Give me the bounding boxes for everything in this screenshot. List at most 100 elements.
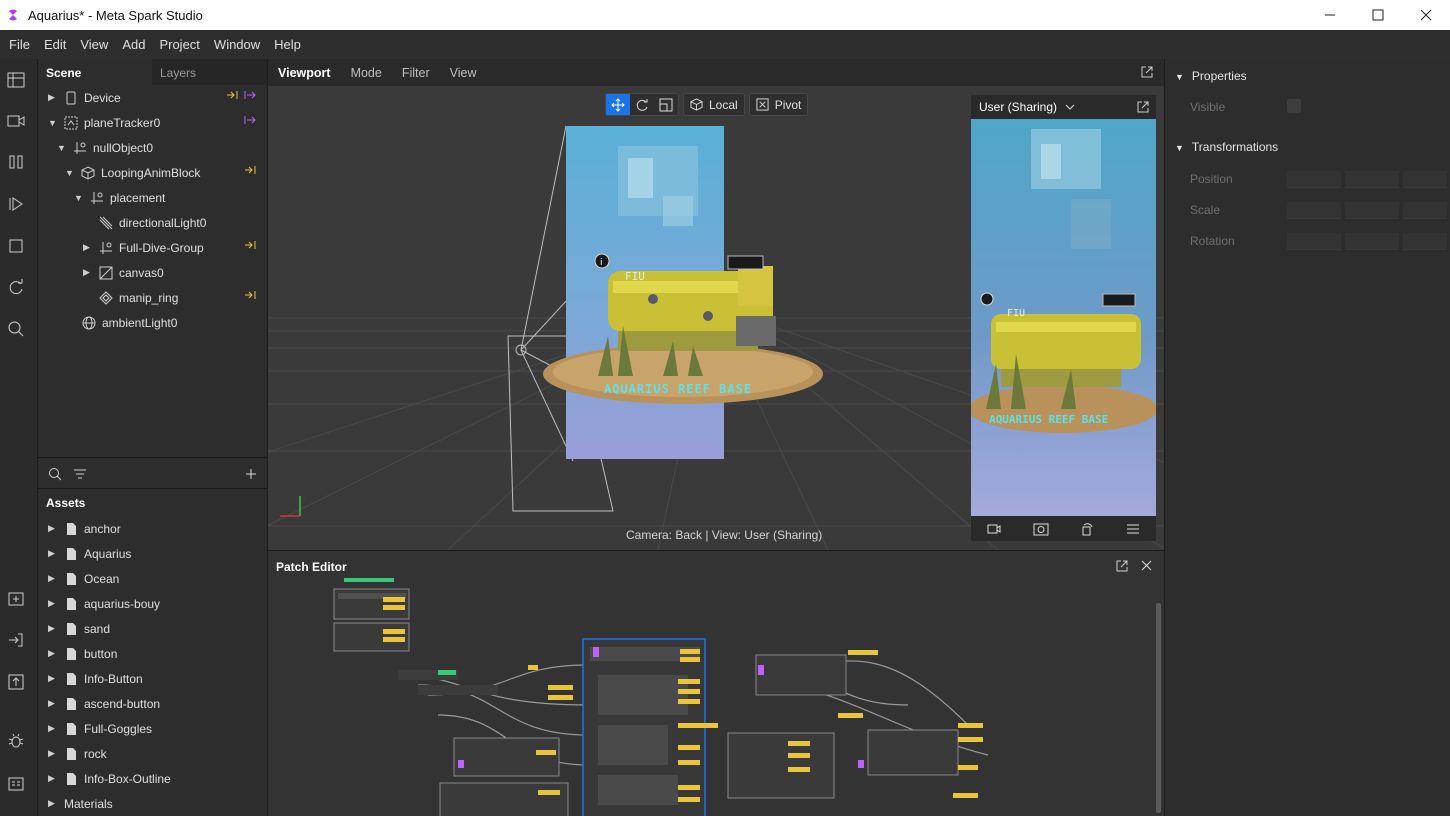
expand-arrow-icon[interactable]: ▶ [48, 648, 60, 659]
vertical-scrollbar[interactable] [1156, 603, 1161, 813]
expand-arrow-icon[interactable]: ▶ [48, 798, 60, 809]
collapse-arrow-icon[interactable]: ▼ [48, 118, 60, 128]
tree-item-nullobject[interactable]: ▼ nullObject0 [57, 135, 266, 160]
refresh-icon[interactable] [7, 278, 25, 296]
collapse-arrow-icon[interactable]: ▼ [65, 168, 77, 178]
upload-icon[interactable] [7, 673, 25, 691]
properties-section[interactable]: ▼ Properties [1175, 69, 1247, 83]
flip-camera-icon[interactable] [1033, 522, 1049, 536]
scale-y-field[interactable] [1345, 202, 1399, 219]
visible-checkbox[interactable] [1287, 99, 1301, 113]
patch-editor-panel[interactable]: Patch Editor [268, 550, 1164, 816]
expand-arrow-icon[interactable]: ▶ [48, 573, 60, 584]
tree-item-ambientlight[interactable]: ambientLight0 [66, 310, 266, 335]
expand-arrow-icon[interactable]: ▶ [48, 523, 60, 534]
transformations-section[interactable]: ▼ Transformations [1175, 140, 1278, 154]
rotate-tool-button[interactable] [630, 94, 654, 115]
scale-z-field[interactable] [1403, 202, 1447, 219]
asset-item[interactable]: ▶ Materials [48, 791, 266, 816]
add-asset-icon[interactable] [7, 590, 25, 608]
expand-arrow-icon[interactable]: ▶ [48, 598, 60, 609]
bug-icon[interactable] [7, 732, 25, 750]
console-icon[interactable] [7, 775, 25, 793]
asset-item[interactable]: ▶ Info-Box-Outline [48, 766, 266, 791]
pivot-button[interactable]: Pivot [748, 93, 809, 116]
collapse-arrow-icon[interactable]: ▼ [57, 143, 69, 153]
import-icon[interactable] [7, 631, 25, 649]
tab-view[interactable]: View [440, 66, 487, 80]
pop-out-icon[interactable] [1141, 66, 1153, 78]
filter-icon[interactable] [73, 467, 87, 481]
collapse-arrow-icon[interactable]: ▼ [74, 193, 86, 203]
asset-item[interactable]: ▶ ascend-button [48, 691, 266, 716]
expand-arrow-icon[interactable]: ▶ [48, 673, 60, 684]
tree-item-directionallight[interactable]: directionalLight0 [95, 210, 266, 235]
asset-item[interactable]: ▶ Info-Button [48, 666, 266, 691]
position-z-field[interactable] [1403, 171, 1447, 188]
asset-item[interactable]: ▶ aquarius-bouy [48, 591, 266, 616]
scale-tool-button[interactable] [654, 94, 678, 115]
pop-out-icon[interactable] [1116, 560, 1128, 572]
rotate-device-icon[interactable] [1080, 522, 1094, 536]
maximize-button[interactable] [1354, 0, 1402, 30]
tree-item-manip-ring[interactable]: manip_ring [83, 285, 266, 310]
stop-icon[interactable] [7, 237, 25, 255]
chevron-down-icon[interactable] [1065, 102, 1075, 112]
info-icon[interactable] [980, 292, 994, 306]
move-tool-button[interactable] [606, 94, 630, 115]
asset-item[interactable]: ▶ Full-Goggles [48, 716, 266, 741]
close-icon[interactable] [1141, 560, 1152, 571]
menu-window[interactable]: Window [207, 37, 267, 52]
menu-file[interactable]: File [2, 37, 37, 52]
menu-add[interactable]: Add [115, 37, 152, 52]
menu-edit[interactable]: Edit [37, 37, 73, 52]
expand-arrow-icon[interactable]: ▶ [48, 698, 60, 709]
tree-item-loopinganimblock[interactable]: ▼ LoopingAnimBlock [65, 160, 266, 185]
tree-item-placement[interactable]: ▼ placement [74, 185, 266, 210]
preview-screen[interactable]: FIU AQUARIUS REEF BASE [968, 119, 1158, 516]
minimize-button[interactable] [1306, 0, 1354, 30]
tree-item-planetracker[interactable]: ▼ planeTracker0 [48, 110, 266, 135]
search-icon[interactable] [7, 320, 25, 338]
tree-item-device[interactable]: ▶ Device [48, 85, 266, 110]
search-icon[interactable] [48, 467, 62, 481]
expand-arrow-icon[interactable]: ▶ [48, 773, 60, 784]
tab-layers[interactable]: Layers [152, 59, 266, 85]
rotation-x-field[interactable] [1287, 233, 1341, 250]
asset-item[interactable]: ▶ sand [48, 616, 266, 641]
asset-item[interactable]: ▶ Ocean [48, 566, 266, 591]
tree-item-full-dive-group[interactable]: ▶ Full-Dive-Group [83, 235, 266, 260]
menu-icon[interactable] [1126, 522, 1140, 536]
tab-filter[interactable]: Filter [392, 66, 440, 80]
close-window-button[interactable] [1402, 0, 1450, 30]
tree-item-canvas[interactable]: ▶ canvas0 [83, 260, 266, 285]
expand-arrow-icon[interactable]: ▶ [48, 548, 60, 559]
play-icon[interactable] [7, 195, 25, 213]
pop-out-icon[interactable] [1137, 101, 1149, 113]
local-space-button[interactable]: Local [683, 93, 745, 116]
menu-project[interactable]: Project [152, 37, 206, 52]
video-camera-icon[interactable] [987, 522, 1001, 536]
camera-view-icon[interactable] [7, 112, 25, 130]
expand-arrow-icon[interactable]: ▶ [83, 267, 95, 278]
layout-icon[interactable] [7, 71, 25, 89]
tab-mode[interactable]: Mode [341, 66, 392, 80]
expand-arrow-icon[interactable]: ▶ [48, 723, 60, 734]
add-icon[interactable] [244, 467, 258, 481]
tab-scene[interactable]: Scene [38, 59, 152, 85]
asset-item[interactable]: ▶ button [48, 641, 266, 666]
view-dropdown[interactable]: User (Sharing) [979, 100, 1057, 114]
expand-arrow-icon[interactable]: ▶ [48, 623, 60, 634]
position-y-field[interactable] [1345, 171, 1399, 188]
menu-view[interactable]: View [73, 37, 115, 52]
tab-viewport[interactable]: Viewport [268, 66, 341, 80]
expand-arrow-icon[interactable]: ▶ [83, 242, 95, 253]
expand-arrow-icon[interactable]: ▶ [48, 92, 60, 103]
pause-icon[interactable] [7, 153, 25, 171]
asset-item[interactable]: ▶ Aquarius [48, 541, 266, 566]
scale-x-field[interactable] [1287, 202, 1341, 219]
rotation-z-field[interactable] [1403, 233, 1447, 250]
position-x-field[interactable] [1287, 171, 1341, 188]
rotation-y-field[interactable] [1345, 233, 1399, 250]
expand-arrow-icon[interactable]: ▶ [48, 748, 60, 759]
